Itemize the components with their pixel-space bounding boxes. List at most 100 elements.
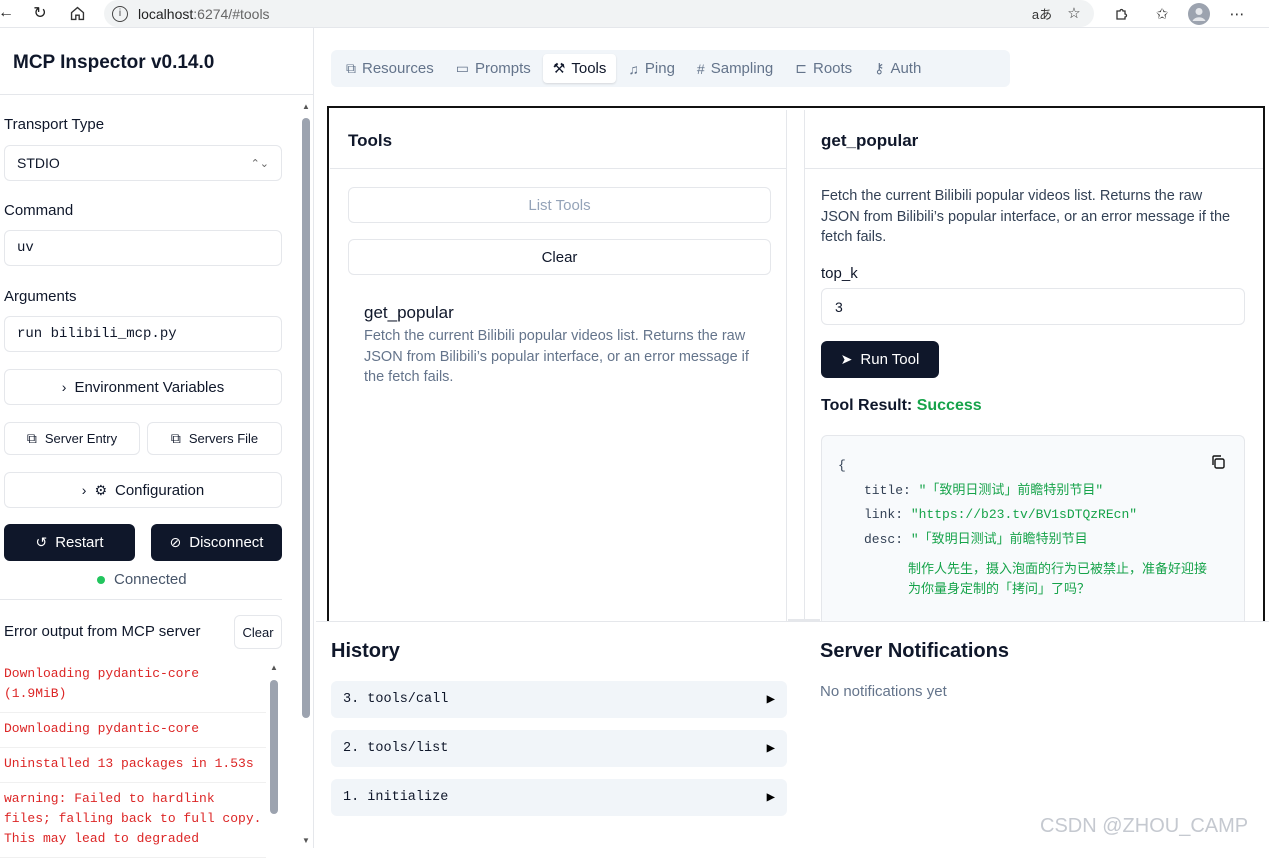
tab-label: Auth — [890, 60, 922, 77]
translate-icon[interactable]: aあ — [1030, 1, 1054, 25]
param-label: top_k — [821, 265, 858, 282]
key-icon: ⚷ — [874, 60, 885, 76]
tab-label: Resources — [362, 60, 434, 77]
scroll-up-arrow[interactable]: ▲ — [302, 102, 310, 111]
tab-label: Roots — [813, 60, 853, 77]
tool-description: Fetch the current Bilibili popular video… — [364, 328, 749, 385]
json-row: title: "「致明日测试」前瞻特别节目" — [838, 479, 1218, 504]
expand-triangle-icon: ▶ — [766, 790, 775, 806]
tool-list-item[interactable]: get_popular Fetch the current Bilibili p… — [364, 303, 754, 388]
transport-type-label: Transport Type — [4, 116, 105, 133]
folder-tree-icon: ⊏ — [795, 60, 807, 76]
expand-triangle-icon: ▶ — [766, 692, 775, 708]
url-path: :6274/#tools — [193, 5, 270, 22]
run-tool-label: Run Tool — [860, 351, 920, 368]
scroll-up-arrow[interactable]: ▲ — [270, 663, 278, 672]
bell-icon: ♫ — [628, 60, 639, 77]
home-icon[interactable] — [65, 1, 89, 25]
json-row: link: "https://b23.tv/BV1sDTQzREcn" — [838, 503, 1218, 528]
notifications-empty-text: No notifications yet — [820, 683, 947, 700]
top-k-input[interactable]: 3 — [821, 288, 1245, 325]
error-line: Downloading pydantic-core (1.9MiB) — [0, 658, 266, 713]
sidebar-scrollbar-thumb[interactable] — [302, 118, 310, 718]
json-value-continued: 制作人先生，摄入泡面的行为已被禁止，准备好迎接为你量身定制的「拷问」了吗？ — [908, 562, 1208, 597]
server-entry-label: Server Entry — [44, 431, 118, 446]
transport-type-value: STDIO — [17, 155, 60, 171]
error-clear-button[interactable]: Clear — [234, 615, 282, 649]
status-dot — [97, 575, 105, 584]
url-host: localhost — [138, 5, 194, 22]
pane-header: get_popular — [805, 110, 1263, 169]
error-output-list: Downloading pydantic-core (1.9MiB) Downl… — [0, 658, 266, 858]
json-open-brace: { — [838, 458, 846, 473]
tab-tools[interactable]: ⚒ Tools — [542, 54, 617, 83]
more-menu-icon[interactable]: ⋯ — [1225, 2, 1249, 26]
arguments-label: Arguments — [4, 288, 77, 305]
tab-label: Tools — [571, 60, 607, 77]
tab-sampling[interactable]: # Sampling — [687, 54, 783, 83]
arguments-input[interactable]: run bilibili_mcp.py — [4, 316, 282, 352]
configuration-button[interactable]: › ⚙ Configuration — [4, 472, 282, 508]
scroll-down-arrow[interactable]: ▼ — [302, 836, 310, 845]
copy-icon: ⧉ — [170, 430, 181, 446]
favorites-list-icon[interactable]: ✩ — [1150, 2, 1174, 26]
hammer-icon: ⚒ — [552, 60, 566, 76]
tool-detail-title: get_popular — [821, 131, 919, 150]
extensions-icon[interactable] — [1110, 2, 1134, 26]
site-info-icon[interactable]: i — [112, 5, 128, 22]
tool-result-output: { title: "「致明日测试」前瞻特别节目" link: "https://… — [821, 435, 1245, 621]
tab-resources[interactable]: ⧉ Resources — [336, 54, 444, 83]
json-key: link: — [864, 507, 904, 522]
json-key: title: — [864, 482, 911, 498]
list-tools-button[interactable]: List Tools — [348, 187, 771, 223]
history-item-label: 3. tools/call — [343, 692, 449, 707]
hash-icon: # — [696, 60, 705, 77]
restart-button[interactable]: ↺ Restart — [4, 524, 135, 561]
tools-list-pane: Tools List Tools Clear get_popular Fetch… — [330, 110, 787, 621]
reload-icon[interactable]: ↻ — [28, 1, 52, 25]
back-icon[interactable]: ← — [0, 1, 18, 25]
command-label: Command — [4, 202, 74, 219]
command-input[interactable]: uv — [4, 230, 282, 266]
disconnect-button[interactable]: ⊘ Disconnect — [151, 524, 282, 561]
divider — [316, 621, 1269, 622]
favorite-star-icon[interactable]: ☆ — [1062, 1, 1086, 25]
arguments-value: run bilibili_mcp.py — [17, 326, 177, 342]
expand-triangle-icon: ▶ — [766, 741, 775, 757]
restart-label: Restart — [55, 534, 104, 551]
server-entry-button[interactable]: ⧉ Server Entry — [4, 422, 140, 455]
environment-variables-button[interactable]: › Environment Variables — [4, 369, 282, 405]
servers-file-button[interactable]: ⧉ Servers File — [147, 422, 282, 455]
chevron-right-icon: › — [81, 482, 87, 498]
tab-prompts[interactable]: ▭ Prompts — [446, 54, 541, 83]
chevron-right-icon: › — [61, 379, 67, 395]
tools-pane-title: Tools — [348, 131, 393, 150]
pane-header: Tools — [330, 110, 786, 169]
history-item[interactable]: 3. tools/call ▶ — [331, 681, 787, 718]
tab-auth[interactable]: ⚷ Auth — [864, 54, 931, 83]
tool-name: get_popular — [364, 303, 454, 322]
json-viewer: { title: "「致明日测试」前瞻特别节目" link: "https://… — [838, 454, 1218, 600]
history-item-label: 1. initialize — [343, 790, 449, 805]
servers-file-label: Servers File — [188, 431, 259, 446]
run-tool-button[interactable]: ➤ Run Tool — [821, 341, 939, 378]
app-title: MCP Inspector v0.14.0 — [13, 52, 215, 73]
history-item[interactable]: 2. tools/list ▶ — [331, 730, 787, 767]
transport-type-select[interactable]: STDIO ⌃⌄ — [4, 145, 282, 181]
error-line: Downloading pydantic-core — [0, 713, 266, 748]
tool-result-heading: Tool Result: Success — [821, 397, 982, 415]
address-bar[interactable]: i localhost:6274/#tools aあ ☆ — [104, 0, 1094, 27]
tool-result-status: Success — [916, 397, 982, 414]
send-icon: ➤ — [840, 351, 853, 367]
tab-ping[interactable]: ♫ Ping — [618, 54, 685, 83]
error-scrollbar-thumb[interactable] — [270, 680, 278, 814]
clear-tools-button[interactable]: Clear — [348, 239, 771, 275]
watermark: CSDN @ZHOU_CAMP — [1040, 815, 1249, 837]
history-item[interactable]: 1. initialize ▶ — [331, 779, 787, 816]
json-key: desc: — [864, 531, 904, 547]
profile-avatar[interactable] — [1187, 2, 1211, 26]
tab-roots[interactable]: ⊏ Roots — [785, 54, 862, 83]
tool-detail-description: Fetch the current Bilibili popular video… — [821, 188, 1231, 245]
environment-variables-label: Environment Variables — [74, 378, 225, 396]
notifications-title: Server Notifications — [820, 640, 1009, 662]
